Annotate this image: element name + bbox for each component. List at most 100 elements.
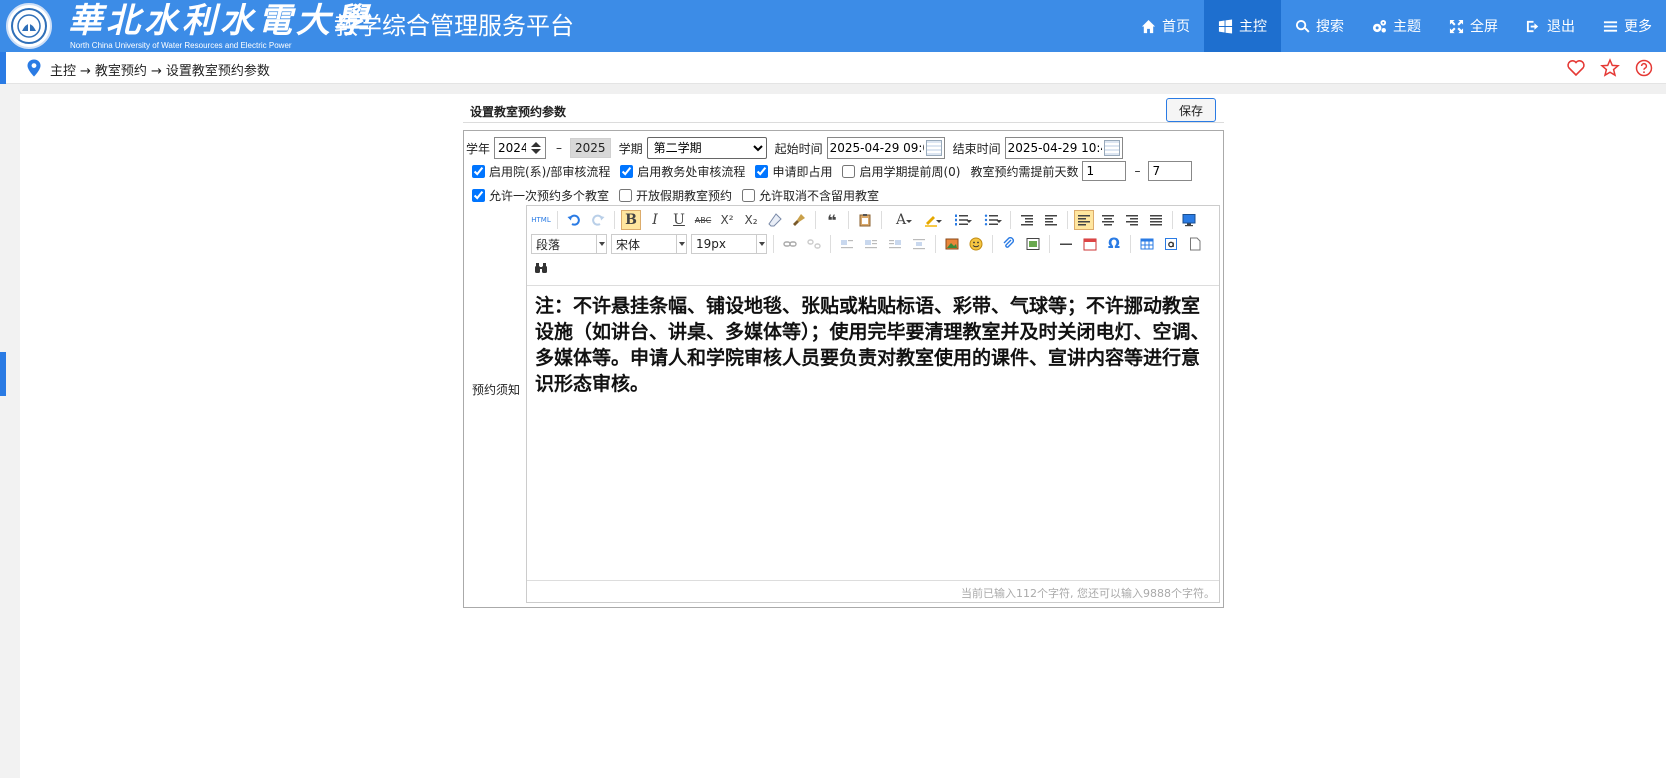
save-button[interactable]: 保存	[1166, 98, 1216, 122]
option-holiday-booking[interactable]: 开放假期教室预约	[619, 187, 732, 204]
image-center-button[interactable]	[909, 234, 929, 254]
font-family-select[interactable]: 宋体	[611, 234, 687, 254]
preview-button[interactable]	[1179, 210, 1199, 230]
year-start-stepper[interactable]	[494, 137, 547, 159]
align-right-button[interactable]	[1122, 210, 1142, 230]
clipboard-icon	[859, 214, 871, 227]
horizontal-rule-button[interactable]	[1056, 234, 1076, 254]
year-start-input[interactable]	[495, 141, 530, 155]
sidebar-toggle-handle[interactable]	[0, 352, 6, 396]
align-left-button[interactable]	[1074, 210, 1094, 230]
underline-button[interactable]: U	[669, 210, 689, 230]
end-time-picker[interactable]	[1004, 137, 1123, 159]
italic-button[interactable]: I	[645, 210, 665, 230]
emotion-button[interactable]	[966, 234, 986, 254]
dept-review-label: 启用院(系)/部审核流程	[489, 164, 611, 179]
calendar-icon[interactable]	[925, 140, 942, 156]
heart-icon[interactable]	[1566, 58, 1586, 78]
term-advance-week-label: 启用学期提前周(0)	[859, 164, 961, 179]
insert-anchor-button[interactable]	[1161, 234, 1181, 254]
office-review-label: 启用教务处审核流程	[637, 164, 746, 179]
superscript-button[interactable]: X²	[717, 210, 737, 230]
term-advance-week-checkbox[interactable]	[842, 164, 856, 178]
advance-days-max-input[interactable]	[1148, 161, 1193, 181]
nav-search[interactable]: 搜索	[1281, 0, 1358, 52]
ordered-list-button[interactable]	[948, 210, 974, 230]
platform-title: 教学综合管理服务平台	[334, 12, 574, 40]
toolbar-separator	[815, 211, 816, 229]
format-painter-button[interactable]	[789, 210, 809, 230]
clear-format-button[interactable]	[765, 210, 785, 230]
breadcrumb-bar: 主控 → 教室预约 → 设置教室预约参数	[0, 52, 1666, 94]
paragraph-format-select[interactable]: 段落	[531, 234, 607, 254]
option-occupy-on-apply[interactable]: 申请即占用	[755, 163, 832, 180]
advance-days-min-input[interactable]	[1082, 161, 1127, 181]
start-time-input[interactable]	[827, 141, 926, 155]
insert-frame-button[interactable]	[1023, 234, 1043, 254]
end-time-label: 结束时间	[952, 141, 1001, 156]
occupy-on-apply-label: 申请即占用	[772, 164, 833, 179]
stepper-arrows-icon[interactable]	[529, 141, 543, 155]
option-dept-review[interactable]: 启用院(系)/部审核流程	[472, 163, 610, 180]
special-char-button[interactable]: Ω	[1104, 234, 1124, 254]
indent-button[interactable]	[1041, 210, 1061, 230]
option-cancel-reserved[interactable]: 允许取消不含留用教室	[742, 187, 879, 204]
toolbar-separator	[935, 235, 936, 253]
redo-button[interactable]	[588, 210, 608, 230]
end-time-input[interactable]	[1005, 141, 1104, 155]
nav-dashboard[interactable]: 主控	[1204, 0, 1281, 52]
star-icon[interactable]	[1600, 58, 1620, 78]
attachment-button[interactable]	[999, 234, 1019, 254]
occupy-on-apply-checkbox[interactable]	[755, 164, 769, 178]
bold-button[interactable]: B	[621, 210, 641, 230]
nav-more[interactable]: 更多	[1589, 0, 1666, 52]
option-multi-classroom[interactable]: 允许一次预约多个教室	[472, 187, 609, 204]
blockquote-button[interactable]: ❝	[822, 210, 842, 230]
font-color-button[interactable]: A	[888, 210, 914, 230]
office-review-checkbox[interactable]	[620, 164, 634, 178]
nav-theme[interactable]: 主题	[1358, 0, 1435, 52]
search-replace-button[interactable]	[531, 258, 551, 278]
nav-fullscreen[interactable]: 全屏	[1435, 0, 1512, 52]
option-office-review[interactable]: 启用教务处审核流程	[620, 163, 745, 180]
unordered-list-button[interactable]	[978, 210, 1004, 230]
html-source-button[interactable]: HTML	[531, 210, 551, 230]
image-float-none-button[interactable]	[837, 234, 857, 254]
align-center-button[interactable]	[1098, 210, 1118, 230]
insert-date-button[interactable]	[1080, 234, 1100, 254]
insert-table-button[interactable]	[1137, 234, 1157, 254]
nav-logout[interactable]: 退出	[1512, 0, 1589, 52]
editor-content[interactable]: 注：不许悬挂条幅、铺设地毯、张贴或粘贴标语、彩带、气球等；不许挪动教室设施（如讲…	[527, 287, 1219, 544]
nav-home[interactable]: 首页	[1127, 0, 1204, 52]
breadcrumb-dashboard[interactable]: 主控	[50, 64, 76, 79]
multi-classroom-checkbox[interactable]	[472, 188, 485, 202]
paste-text-button[interactable]	[855, 210, 875, 230]
insert-link-button[interactable]	[780, 234, 800, 254]
insert-image-button[interactable]	[942, 234, 962, 254]
unlink-icon	[807, 239, 821, 249]
holiday-booking-checkbox[interactable]	[619, 188, 633, 202]
justify-button[interactable]	[1146, 210, 1166, 230]
nav-fullscreen-label: 全屏	[1470, 19, 1498, 35]
subscript-button[interactable]: X₂	[741, 210, 761, 230]
image-float-left-button[interactable]	[861, 234, 881, 254]
unlink-button[interactable]	[804, 234, 824, 254]
image-float-right-button[interactable]	[885, 234, 905, 254]
page-break-button[interactable]	[1185, 234, 1205, 254]
start-time-picker[interactable]	[826, 137, 945, 159]
outdent-button[interactable]	[1017, 210, 1037, 230]
calendar-icon[interactable]	[1103, 140, 1120, 156]
term-select[interactable]: 第二学期	[646, 137, 767, 159]
font-size-select[interactable]: 19px	[691, 234, 767, 254]
breadcrumb-classroom-booking[interactable]: 教室预约	[95, 64, 147, 79]
toolbar-separator	[830, 235, 831, 253]
toolbar-separator	[557, 211, 558, 229]
start-time-label: 起始时间	[774, 141, 823, 156]
undo-button[interactable]	[564, 210, 584, 230]
background-color-button[interactable]	[918, 210, 944, 230]
option-term-advance-week[interactable]: 启用学期提前周(0)	[842, 163, 960, 180]
help-icon[interactable]	[1634, 58, 1654, 78]
dept-review-checkbox[interactable]	[472, 164, 485, 178]
cancel-reserved-checkbox[interactable]	[742, 188, 756, 202]
strikethrough-button[interactable]: ABC	[693, 210, 713, 230]
